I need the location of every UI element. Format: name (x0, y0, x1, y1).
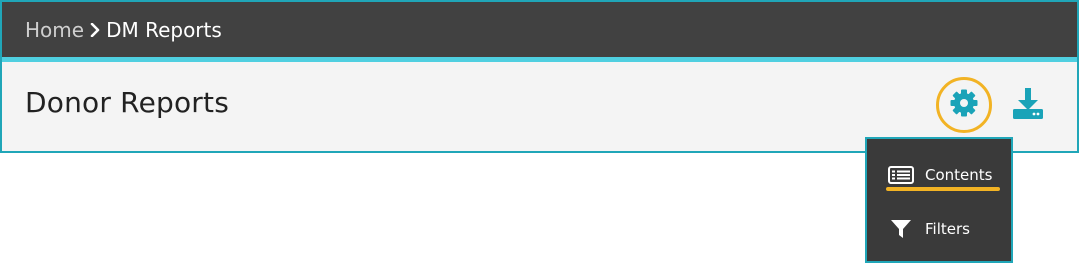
page-frame: Home DM Reports Donor Reports (0, 0, 1079, 153)
download-icon (1011, 87, 1045, 125)
contents-highlight-underline (886, 187, 1000, 191)
menu-item-filters-label: Filters (925, 220, 970, 238)
chevron-right-icon (90, 22, 100, 37)
page-title: Donor Reports (25, 86, 229, 119)
settings-dropdown-menu: Contents Filters (865, 137, 1013, 263)
settings-button[interactable] (936, 77, 992, 133)
list-icon (887, 166, 915, 184)
gear-icon (949, 88, 979, 122)
breadcrumb: Home DM Reports (25, 18, 222, 42)
download-button[interactable] (1010, 88, 1046, 124)
breadcrumb-bar: Home DM Reports (2, 2, 1077, 57)
menu-item-contents-label: Contents (925, 166, 993, 184)
breadcrumb-current: DM Reports (106, 17, 222, 42)
breadcrumb-home-link[interactable]: Home (25, 18, 84, 42)
filter-icon (887, 218, 915, 240)
menu-item-filters[interactable]: Filters (867, 207, 1011, 251)
